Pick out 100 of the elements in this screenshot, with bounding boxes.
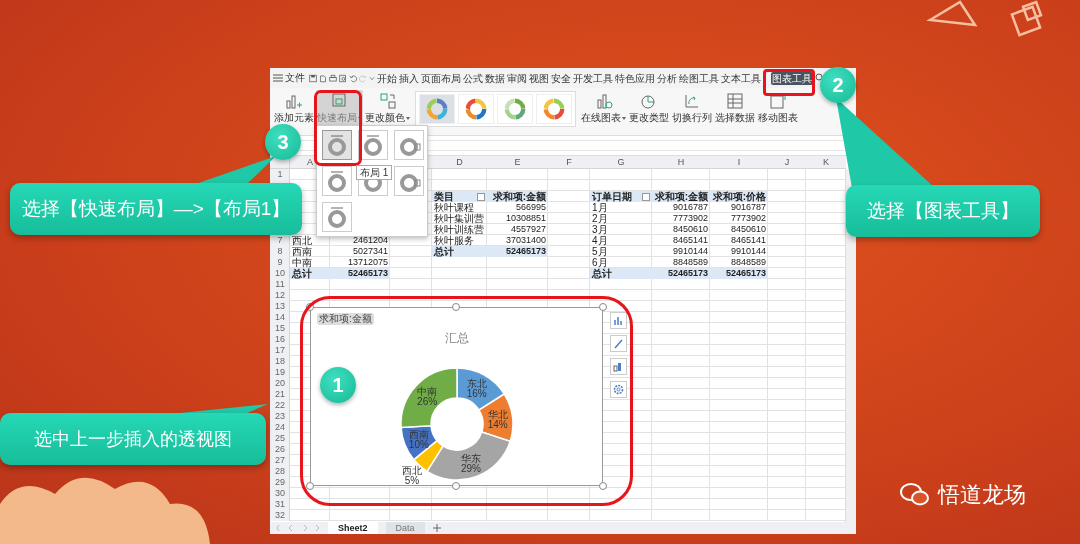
layout-option[interactable]: [322, 166, 352, 196]
ribbon-button[interactable]: 在线图表: [580, 90, 627, 126]
row-header[interactable]: 13: [270, 301, 290, 312]
row-header[interactable]: 32: [270, 510, 290, 521]
table-cell-text: 1月: [591, 202, 609, 213]
menu-tab[interactable]: 插入: [399, 71, 419, 85]
column-header[interactable]: G: [590, 156, 652, 169]
menu-tab[interactable]: 审阅: [507, 71, 527, 85]
file-menu[interactable]: 文件: [285, 71, 305, 85]
menu-tab[interactable]: 分析: [657, 71, 677, 85]
row-header[interactable]: 21: [270, 389, 290, 400]
field-button[interactable]: 求和项:金额: [317, 313, 374, 325]
preview-icon[interactable]: [339, 73, 347, 83]
menu-tab[interactable]: 安全: [551, 71, 571, 85]
row-header[interactable]: 16: [270, 334, 290, 345]
undo-icon[interactable]: [349, 73, 357, 83]
row-header[interactable]: 30: [270, 488, 290, 499]
row-header[interactable]: 24: [270, 422, 290, 433]
export-icon[interactable]: [319, 73, 327, 83]
chart-style-option[interactable]: [419, 94, 455, 124]
ribbon-button[interactable]: 更改类型: [628, 90, 670, 126]
row-header[interactable]: 23: [270, 411, 290, 422]
sheet-nav-icon[interactable]: [276, 524, 320, 532]
chart-style-button[interactable]: [610, 335, 627, 352]
column-header[interactable]: E: [487, 156, 548, 169]
chart-elements-button[interactable]: [610, 312, 627, 329]
highlight-frame: [763, 69, 815, 96]
row-header[interactable]: 19: [270, 367, 290, 378]
table-icon: [726, 92, 744, 110]
table-cell-text: 中南: [292, 257, 313, 268]
row-header[interactable]: 27: [270, 455, 290, 466]
data-label: 华北: [487, 408, 508, 420]
data-label: 东北: [466, 378, 487, 390]
print-icon[interactable]: [329, 73, 337, 83]
selection-handle[interactable]: [599, 482, 607, 490]
selection-handle[interactable]: [452, 482, 460, 490]
row-header[interactable]: 18: [270, 356, 290, 367]
row-header[interactable]: 11: [270, 279, 290, 290]
ribbon-button[interactable]: 移动图表: [757, 90, 799, 126]
donut-chart-icon: [426, 98, 448, 120]
table-cell: 52465173: [652, 268, 710, 279]
sheet-tab[interactable]: Sheet2: [328, 522, 378, 534]
row-header[interactable]: 10: [270, 268, 290, 279]
row-header[interactable]: 25: [270, 433, 290, 444]
menu-tab[interactable]: 特色应用: [615, 71, 655, 85]
row-header[interactable]: 31: [270, 499, 290, 510]
table-cell-text: 8465141: [729, 235, 767, 246]
row-header[interactable]: 26: [270, 444, 290, 455]
layout-option[interactable]: [322, 202, 352, 232]
table-cell-text: 8465141: [671, 235, 709, 246]
sheet-tab[interactable]: Data: [385, 522, 425, 534]
row-header[interactable]: 1: [270, 169, 290, 180]
ribbon-button[interactable]: 选择数据: [714, 90, 756, 126]
selection-handle[interactable]: [599, 303, 607, 311]
row-header[interactable]: 12: [270, 290, 290, 301]
row-header[interactable]: 8: [270, 246, 290, 257]
ribbon-button[interactable]: 添加元素: [273, 90, 315, 126]
row-header[interactable]: 20: [270, 378, 290, 389]
selection-handle[interactable]: [306, 482, 314, 490]
row-header[interactable]: 22: [270, 400, 290, 411]
layout-option[interactable]: [394, 130, 424, 160]
row-header[interactable]: 28: [270, 466, 290, 477]
settings-button[interactable]: [610, 381, 627, 398]
column-header[interactable]: F: [548, 156, 590, 169]
menu-icon[interactable]: [273, 74, 283, 82]
chart-style-option[interactable]: [536, 94, 572, 124]
row-header[interactable]: 17: [270, 345, 290, 356]
menu-tab[interactable]: 视图: [529, 71, 549, 85]
column-header[interactable]: D: [432, 156, 487, 169]
row-header[interactable]: 14: [270, 312, 290, 323]
filter-icon[interactable]: [477, 192, 485, 201]
chart-filter-button[interactable]: [610, 358, 627, 375]
row-header[interactable]: 29: [270, 477, 290, 488]
row-header[interactable]: 9: [270, 257, 290, 268]
menu-tab[interactable]: 开发工具: [573, 71, 613, 85]
ribbon-button[interactable]: 切换行列: [671, 90, 713, 126]
data-label: 29%: [460, 462, 481, 474]
data-label: 5%: [404, 475, 420, 485]
menu-tab[interactable]: 文本工具: [721, 71, 761, 85]
row-header[interactable]: 15: [270, 323, 290, 334]
save-icon[interactable]: [309, 73, 317, 83]
chart-style-option[interactable]: [497, 94, 533, 124]
add-icon[interactable]: [432, 524, 441, 532]
table-cell-text: 西北: [291, 235, 313, 246]
column-header[interactable]: J: [768, 156, 806, 169]
chart-style-option[interactable]: [458, 94, 494, 124]
menu-tab[interactable]: 数据: [485, 71, 505, 85]
data-label: 16%: [466, 388, 487, 400]
layout-option[interactable]: [394, 166, 424, 196]
row-header[interactable]: 7: [270, 235, 290, 246]
column-header[interactable]: I: [710, 156, 768, 169]
column-header[interactable]: H: [652, 156, 710, 169]
menu-tab[interactable]: 公式: [463, 71, 483, 85]
filter-icon[interactable]: [642, 192, 650, 201]
selection-handle[interactable]: [452, 303, 460, 311]
column-header[interactable]: K: [806, 156, 846, 169]
menu-tab[interactable]: 页面布局: [421, 71, 461, 85]
menu-tab[interactable]: 开始: [377, 71, 397, 85]
layout-option[interactable]: [358, 130, 388, 160]
menu-tab[interactable]: 绘图工具: [679, 71, 719, 85]
